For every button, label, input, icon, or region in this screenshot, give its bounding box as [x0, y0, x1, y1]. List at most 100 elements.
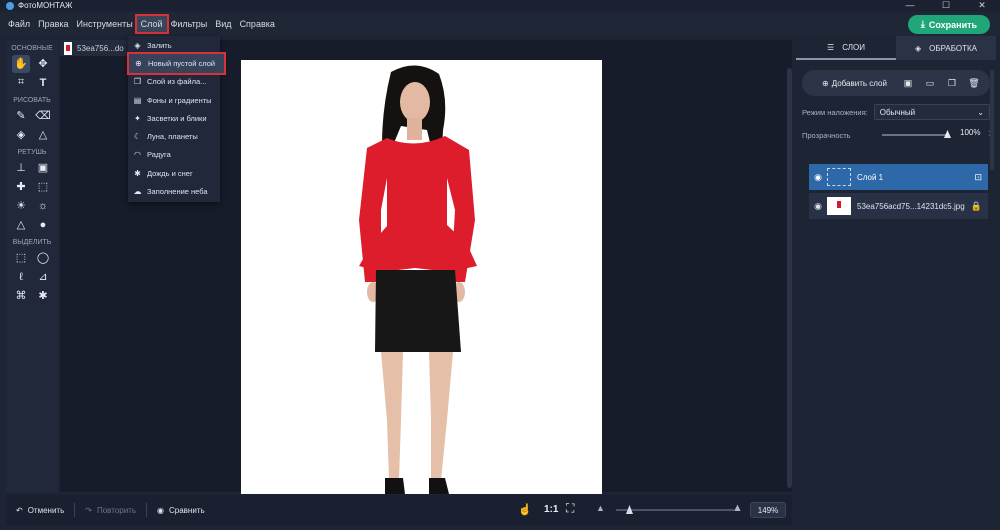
layer-name: 53ea756acd75...14231dc5.jpg: [857, 201, 965, 211]
zoom-slider-track[interactable]: [616, 509, 734, 511]
fill-bucket-tool-icon[interactable]: ◈: [12, 126, 30, 144]
rect-select-tool-icon[interactable]: ⬚: [12, 249, 30, 267]
folder-icon[interactable]: ▭: [923, 78, 937, 89]
duplicate-icon[interactable]: ❐: [945, 78, 959, 89]
menu-item-sky-fill[interactable]: ☁ Заполнение неба: [128, 182, 220, 200]
compare-button[interactable]: ◉ Сравнить: [147, 506, 215, 515]
blur-tool-icon[interactable]: ●: [34, 216, 52, 234]
sharpen-tool-icon[interactable]: △: [12, 216, 30, 234]
close-button[interactable]: ✕: [964, 0, 1000, 11]
eraser-tool-icon[interactable]: ⌫: [34, 107, 52, 125]
magic-wand-tool-icon[interactable]: ✱: [34, 287, 52, 305]
add-layer-button[interactable]: ⊕ Добавить слой: [822, 79, 887, 88]
bottom-bar: ↶ Отменить ↷ Повторить ◉ Сравнить ☝ 1:1 …: [6, 495, 792, 525]
dodge-tool-icon[interactable]: ☀: [12, 197, 30, 215]
ellipse-select-tool-icon[interactable]: ◯: [34, 249, 52, 267]
maximize-button[interactable]: ☐: [928, 0, 964, 11]
shapes-tool-icon[interactable]: △: [34, 126, 52, 144]
frame-tool-icon[interactable]: ⬚: [34, 178, 52, 196]
photo-canvas[interactable]: [241, 60, 602, 494]
menu-layer[interactable]: Слой: [134, 14, 169, 34]
mask-icon[interactable]: ▣: [901, 78, 915, 89]
tab-processing[interactable]: ◈ ОБРАБОТКА: [896, 36, 996, 60]
tab-processing-label: ОБРАБОТКА: [929, 43, 978, 53]
layer-row-photo[interactable]: ◉ 53ea756acd75...14231dc5.jpg 🔒: [809, 193, 988, 219]
menu-item-label: Луна, планеты: [147, 132, 198, 142]
tool-group-select: ВЫДЕЛИТЬ: [12, 239, 52, 246]
canvas-vertical-scrollbar[interactable]: [787, 68, 792, 488]
eye-icon[interactable]: ◉: [809, 172, 827, 183]
opacity-slider-track[interactable]: [882, 134, 947, 136]
move-tool-icon[interactable]: ✥: [34, 55, 52, 73]
menu-item-rainbow[interactable]: ◠ Радуга: [128, 146, 220, 164]
trash-icon[interactable]: 🗑: [967, 78, 981, 89]
undo-button[interactable]: ↶ Отменить: [6, 506, 74, 515]
stamp-tool-icon[interactable]: ⊥: [12, 159, 30, 177]
tool-group-draw: РИСОВАТЬ: [13, 97, 51, 104]
burn-tool-icon[interactable]: ☼: [34, 197, 52, 215]
magnetic-lasso-tool-icon[interactable]: ⌘: [12, 287, 30, 305]
brush-tool-icon[interactable]: ✎: [12, 107, 30, 125]
zoom-out-icon[interactable]: ▲: [596, 503, 605, 513]
blend-mode-label: Режим наложения:: [802, 107, 868, 117]
menu-item-layer-from-file[interactable]: ❐ Слой из файла...: [128, 73, 220, 91]
menu-item-fill[interactable]: ◈ Залить: [128, 36, 220, 54]
ratio-button[interactable]: 1:1: [544, 504, 558, 515]
layer-thumbnail: [827, 197, 851, 215]
layer-row-layer1[interactable]: ◉ Слой 1 ⊡: [809, 164, 988, 190]
tab-layers[interactable]: ☰ СЛОИ: [796, 36, 896, 60]
hand-pointer-icon[interactable]: ☝: [518, 503, 532, 516]
tools-panel: ОСНОВНЫЕ ✋ ✥ ⌗ T РИСОВАТЬ ✎ ⌫ ◈ △ РЕТУШЬ…: [6, 40, 58, 492]
menu-file[interactable]: Файл: [4, 16, 34, 32]
redo-button[interactable]: ↷ Повторить: [75, 506, 146, 515]
add-layer-label: Добавить слой: [831, 78, 887, 88]
menu-view[interactable]: Вид: [211, 16, 235, 32]
add-circle-icon: ⊕: [135, 58, 142, 68]
polygon-lasso-tool-icon[interactable]: ⊿: [34, 268, 52, 286]
zoom-in-icon[interactable]: ▲: [732, 502, 743, 514]
eye-icon: ◉: [157, 505, 164, 515]
menu-item-backgrounds[interactable]: ▤ Фоны и градиенты: [128, 91, 220, 109]
redo-icon: ↷: [85, 505, 92, 515]
menu-item-new-empty-layer[interactable]: ⊕ Новый пустой слой: [127, 52, 226, 75]
panel-scrollbar[interactable]: [990, 70, 994, 170]
menu-item-flares[interactable]: ✦ Засветки и блики: [128, 109, 220, 127]
menu-edit[interactable]: Правка: [34, 16, 72, 32]
eye-icon[interactable]: ◉: [809, 201, 827, 212]
opacity-value[interactable]: 100%: [960, 128, 980, 137]
menu-item-label: Дождь и снег: [147, 168, 193, 178]
document-thumbnail: [64, 41, 72, 55]
zoom-value[interactable]: 149%: [750, 502, 786, 518]
app-logo-icon: [6, 1, 14, 10]
unlock-icon[interactable]: ⊡: [974, 172, 982, 183]
document-tab[interactable]: 53ea756...do: [60, 40, 130, 56]
menu-item-label: Заполнение неба: [147, 187, 208, 197]
menu-tools[interactable]: Инструменты: [73, 16, 137, 32]
menu-filters[interactable]: Фильтры: [167, 16, 212, 32]
undo-icon: ↶: [16, 505, 23, 515]
blend-mode-value: Обычный: [879, 107, 916, 117]
text-tool-icon[interactable]: T: [34, 74, 52, 92]
hand-tool-icon[interactable]: ✋: [12, 54, 30, 73]
crop-tool-icon[interactable]: ⌗: [12, 74, 30, 92]
layer-name: Слой 1: [857, 172, 884, 182]
menu-item-label: Фоны и градиенты: [147, 95, 212, 105]
minimize-button[interactable]: —: [892, 0, 928, 11]
menu-item-label: Новый пустой слой: [148, 58, 216, 68]
window-title: ФотоМОНТАЖ: [18, 1, 73, 10]
add-circle-icon: ⊕: [822, 78, 829, 88]
menu-item-moon-planets[interactable]: ☾ Луна, планеты: [128, 127, 220, 145]
window-controls: — ☐ ✕: [892, 0, 1000, 11]
patch-tool-icon[interactable]: ▣: [34, 159, 52, 177]
healing-tool-icon[interactable]: ✚: [12, 178, 30, 196]
save-button[interactable]: ⤓ Сохранить: [908, 15, 990, 34]
tool-group-basic: ОСНОВНЫЕ: [11, 45, 53, 52]
snow-icon: ✱: [134, 168, 141, 178]
menu-item-rain-snow[interactable]: ✱ Дождь и снег: [128, 164, 220, 182]
lock-icon[interactable]: 🔒: [971, 201, 982, 212]
menu-help[interactable]: Справка: [236, 16, 279, 32]
undo-label: Отменить: [27, 505, 65, 515]
fit-screen-icon[interactable]: ⛶: [566, 501, 574, 516]
blend-mode-select[interactable]: Обычный ⌄: [873, 104, 990, 120]
lasso-tool-icon[interactable]: ℓ: [12, 268, 30, 286]
